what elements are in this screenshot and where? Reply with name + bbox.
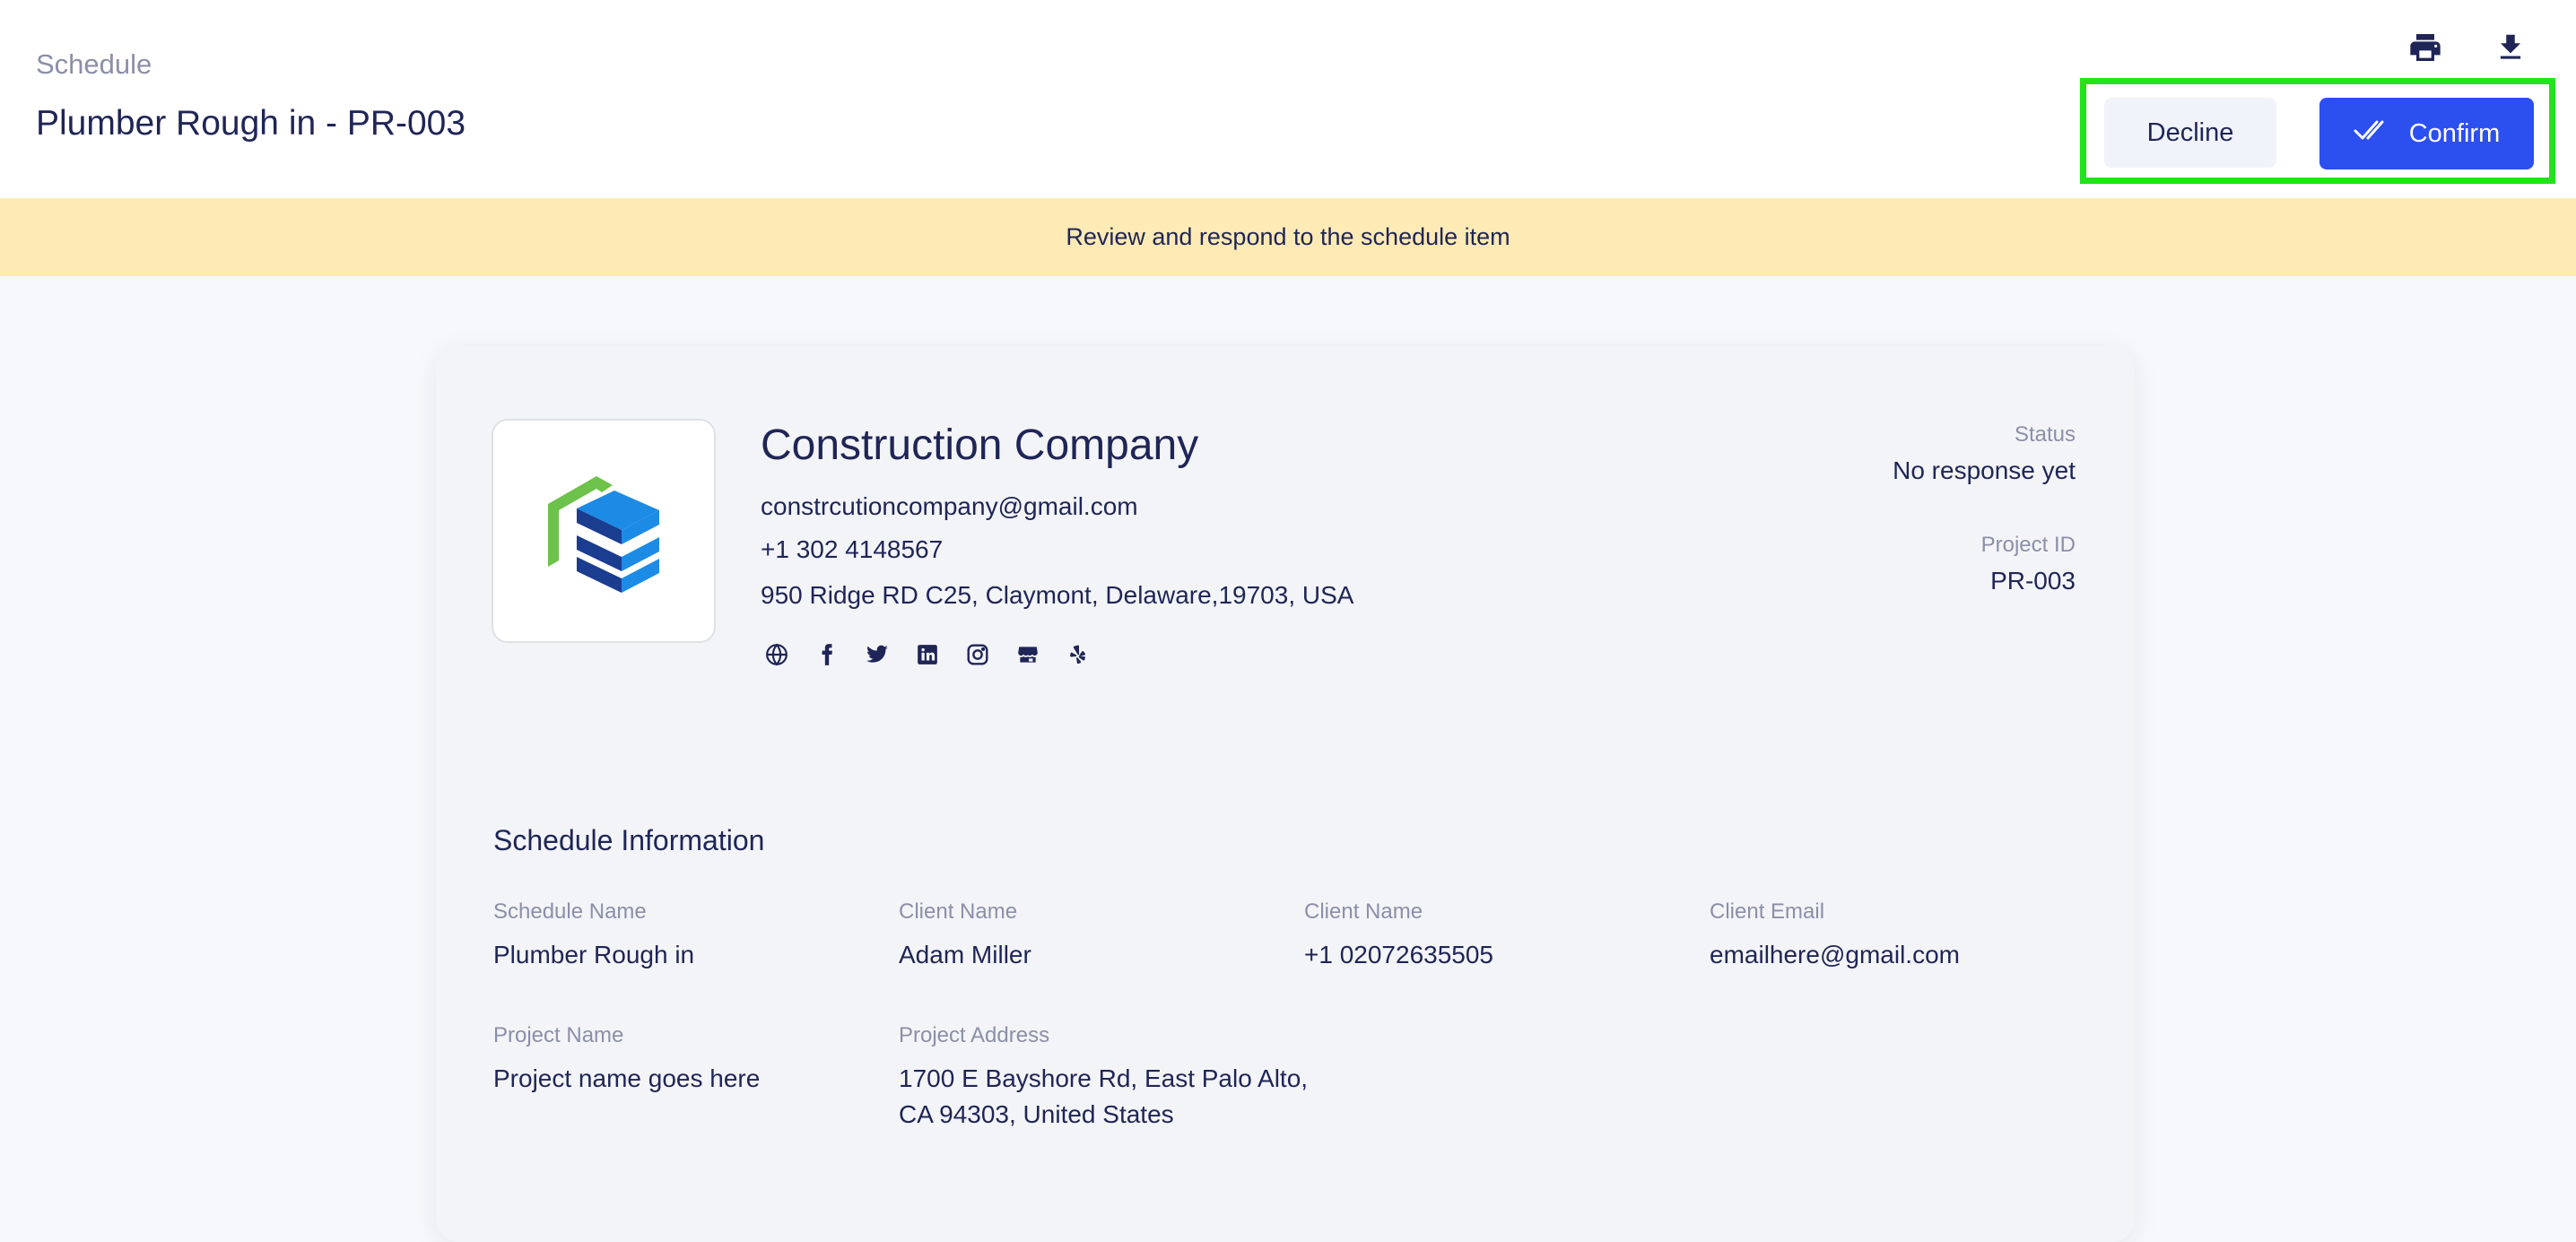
banner-text: Review and respond to the schedule item [1066, 223, 1510, 250]
project-name-field: Project Name Project name goes here [493, 1023, 760, 1097]
company-address: 950 Ridge RD C25, Claymont, Delaware,197… [761, 581, 1354, 609]
company-phone: +1 302 4148567 [761, 535, 944, 563]
field-label: Client Name [899, 899, 1018, 924]
client-email-field: Client Email emailhere@gmail.com [1710, 899, 1960, 973]
field-label: Schedule Name [493, 899, 647, 924]
store-icon[interactable] [1015, 642, 1040, 666]
field-label: Project Address [899, 1023, 1050, 1047]
decline-button[interactable]: Decline [2104, 98, 2276, 168]
field-label: Project Name [493, 1023, 624, 1047]
project-address-field: Project Address 1700 E Bayshore Rd, East… [899, 1023, 1308, 1133]
twitter-icon[interactable] [865, 642, 889, 666]
info-banner: Review and respond to the schedule item [0, 198, 2576, 276]
confirm-button[interactable]: Confirm [2319, 98, 2534, 169]
field-value-line2: CA 94303, United States [899, 1100, 1174, 1128]
project-id-label: Project ID [1980, 533, 2076, 557]
download-icon[interactable] [2490, 27, 2531, 68]
status-label: Status [2014, 422, 2076, 447]
company-name: Construction Company [761, 421, 1199, 469]
instagram-icon[interactable] [965, 642, 989, 666]
field-label: Client Name [1304, 899, 1423, 924]
facebook-icon[interactable] [814, 642, 839, 666]
social-links [764, 642, 1090, 666]
print-icon[interactable] [2405, 27, 2446, 68]
page-title: Plumber Rough in - PR-003 [36, 104, 466, 143]
field-value: 1700 E Bayshore Rd, East Palo Alto, [899, 1064, 1309, 1092]
field-value: +1 02072635505 [1304, 941, 1493, 968]
field-value[interactable]: emailhere@gmail.com [1710, 937, 1960, 973]
schedule-card: Construction Company constrcutioncompany… [436, 345, 2135, 1242]
field-label: Client Email [1710, 899, 1825, 924]
page-header: Schedule Plumber Rough in - PR-003 Decli… [0, 0, 2576, 198]
company-logo [492, 419, 716, 643]
linkedin-icon[interactable] [915, 642, 939, 666]
schedule-information-title: Schedule Information [493, 824, 765, 856]
yelp-icon[interactable] [1066, 642, 1090, 666]
field-value: Project name goes here [493, 1064, 761, 1092]
breadcrumb[interactable]: Schedule [36, 48, 152, 81]
confirm-button-label: Confirm [2408, 118, 2501, 148]
client-name-field: Client Name Adam Miller [899, 899, 1031, 973]
status-value: No response yet [1893, 456, 2076, 484]
company-email[interactable]: constrcutioncompany@gmail.com [761, 492, 1138, 521]
project-id-value: PR-003 [1990, 567, 2076, 595]
field-value: Plumber Rough in [493, 941, 695, 968]
field-value: Adam Miller [899, 941, 1031, 968]
client-phone-field: Client Name +1 02072635505 [1304, 899, 1493, 973]
schedule-name-field: Schedule Name Plumber Rough in [493, 899, 694, 973]
globe-icon[interactable] [764, 642, 788, 666]
double-check-icon [2354, 117, 2389, 150]
